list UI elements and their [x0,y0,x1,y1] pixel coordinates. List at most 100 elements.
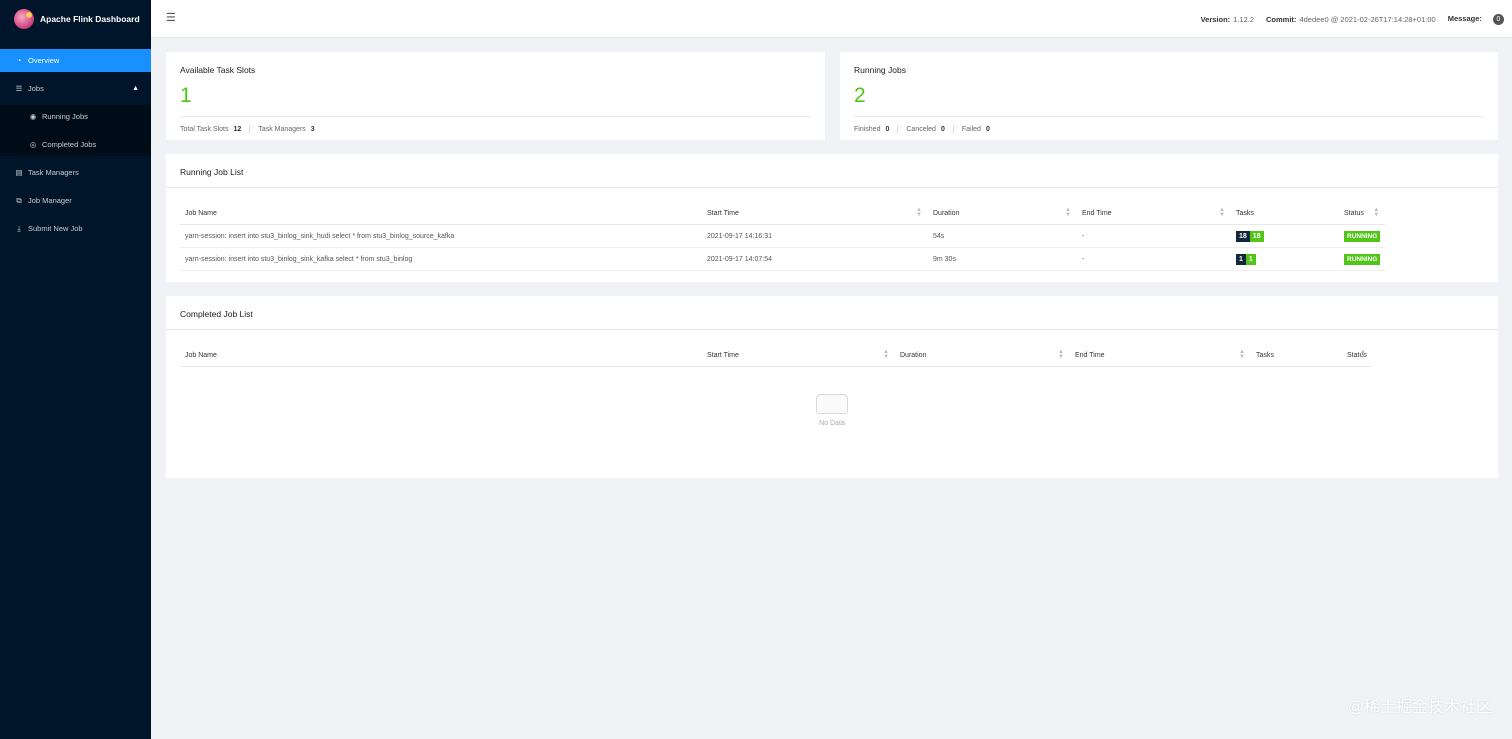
failed-value: 0 [985,126,990,133]
sort-icon[interactable]: ▲ ▼ [1239,349,1245,360]
col-job-name: Job Name [180,202,702,225]
tasks-cell: 11 [1231,247,1339,271]
sidebar: Apache Flink Dashboard ◔ Overview ☰ Jobs… [0,0,151,739]
table-row[interactable]: yarn-session: insert into stu3_binlog_si… [180,247,1386,271]
tasks-total-badge: 1 [1236,253,1246,265]
message-info[interactable]: Message: 0 [1448,14,1504,25]
sort-icon[interactable]: ▲ ▼ [1360,349,1366,360]
task-managers-label: Task Managers [258,126,306,133]
status-cell: RUNNING [1339,247,1386,271]
message-count-badge[interactable]: 0 [1493,14,1504,25]
commit-value: 4dedee0 @ 2021-02-26T17:14:28+01:00 [1299,15,1436,24]
sidebar-item-job-manager[interactable]: ⧉ Job Manager [0,189,151,212]
dashboard-icon: ◔ [16,56,22,65]
col-tasks: Tasks [1251,344,1342,367]
finished-label: Finished [854,126,881,133]
menu-fold-icon[interactable]: ☰ [166,11,176,24]
header-meta: Version: 1.12.2 Commit: 4dedee0 @ 2021-02-… [1189,14,1504,25]
commit-info: Commit: 4dedee0 @ 2021-02-26T17:14:28+01:… [1266,15,1436,24]
sidebar-item-label: Task Managers [28,168,79,177]
sidebar-item-jobs[interactable]: ☰ Jobs ▲ [0,77,151,100]
duration: 9m 30s [928,247,1077,271]
sort-icon[interactable]: ▲ ▼ [916,207,922,218]
status-cell: RUNNING [1339,224,1386,248]
commit-label: Commit: [1266,15,1297,24]
sidebar-item-label: Completed Jobs [42,140,97,149]
sort-icon[interactable]: ▲ ▼ [883,349,889,360]
col-start-time[interactable]: Start Time ▲ ▼ [702,344,895,367]
col-label: Duration [933,209,960,217]
status-badge: RUNNING [1344,253,1381,265]
col-start-time[interactable]: Start Time ▲ ▼ [702,202,928,225]
version-value: 1.12.2 [1233,15,1255,24]
sort-icon[interactable]: ▲ ▼ [1058,349,1064,360]
sort-icon[interactable]: ▲ ▼ [1065,207,1071,218]
sidebar-nav: ◔ Overview ☰ Jobs ▲ ◉ Running Jobs ◎ Com… [0,49,151,240]
col-status[interactable]: Status ▲ ▼ [1339,202,1386,225]
running-jobs-table: Job Name Start Time ▲ ▼ Duration ▲ ▼ End Tim… [180,202,1386,271]
divider [180,116,811,117]
divider [897,125,899,134]
divider [952,125,954,134]
sidebar-item-overview[interactable]: ◔ Overview [0,49,151,72]
sidebar-item-submit-new-job[interactable]: ⤓ Submit New Job [0,217,151,240]
play-circle-icon: ◉ [29,112,37,121]
table-row[interactable]: yarn-session: insert into stu3_binlog_si… [180,224,1386,248]
app-title: Apache Flink Dashboard [40,14,140,24]
sidebar-item-completed-jobs[interactable]: ◎ Completed Jobs [0,133,151,156]
divider [166,329,1498,330]
task-managers-value: 3 [310,126,315,133]
col-label: End Time [1075,351,1105,359]
sidebar-item-running-jobs[interactable]: ◉ Running Jobs [0,105,151,128]
upload-icon: ⤓ [17,223,21,233]
start-time: 2021-09-17 14:07:54 [702,247,928,271]
server-icon: ▤ [15,168,23,177]
job-name: yarn-session: insert into stu3_binlog_si… [180,247,702,271]
sidebar-item-label: Submit New Job [28,224,83,233]
tasks-total-badge: 18 [1236,230,1250,242]
completed-job-list-card: Completed Job List Job Name Start Time ▲ ▼… [166,296,1498,478]
empty-state: No Data [166,394,1498,427]
sidebar-item-label: Running Jobs [42,112,88,121]
divider [854,116,1484,117]
status-badge: RUNNING [1344,230,1381,242]
col-duration[interactable]: Duration ▲ ▼ [928,202,1077,225]
duration: 54s [928,224,1077,248]
jobs-submenu: ◉ Running Jobs ◎ Completed Jobs [0,105,151,156]
divider [249,125,251,134]
version-label: Version: [1200,15,1231,24]
col-job-name: Job Name [180,344,702,367]
available-slots-value: 1 [180,84,192,107]
finished-value: 0 [885,126,890,133]
col-status[interactable]: Status ▲ ▼ [1342,344,1372,367]
tasks-running-badge: 18 [1249,230,1264,242]
brand[interactable]: Apache Flink Dashboard [0,0,151,38]
failed-label: Failed [961,126,981,133]
col-label: Start Time [707,351,739,359]
empty-text: No Data [819,420,845,427]
sort-icon[interactable]: ▲ ▼ [1219,207,1225,218]
table-header-row: Job Name Start Time ▲ ▼ Duration ▲ ▼ End Tim… [180,344,1372,367]
running-jobs-card: Running Jobs 2 Finished 0 Canceled 0 Fai… [840,52,1498,140]
end-time: - [1077,247,1231,271]
total-slots-value: 12 [233,126,242,133]
sidebar-item-task-managers[interactable]: ▤ Task Managers [0,161,151,184]
empty-inbox-icon [816,394,848,414]
canceled-value: 0 [940,126,945,133]
check-circle-icon: ◎ [29,140,37,149]
col-label: Duration [900,351,927,359]
sort-icon[interactable]: ▲ ▼ [1373,207,1379,218]
completed-jobs-table: Job Name Start Time ▲ ▼ Duration ▲ ▼ End Tim… [180,344,1372,367]
col-label: End Time [1082,209,1112,217]
divider [166,187,1498,188]
running-jobs-value: 2 [854,84,866,107]
slot-stats: Total Task Slots 12 Task Managers 3 [180,125,315,134]
col-duration[interactable]: Duration ▲ ▼ [895,344,1070,367]
list-icon: ☰ [15,84,23,93]
job-name: yarn-session: insert into stu3_binlog_si… [180,224,702,248]
col-end-time[interactable]: End Time ▲ ▼ [1077,202,1231,225]
task-slots-card: Available Task Slots 1 Total Task Slots … [166,52,825,140]
col-end-time[interactable]: End Time ▲ ▼ [1070,344,1251,367]
start-time: 2021-09-17 14:16:31 [702,224,928,248]
version-info: Version: 1.12.2 [1201,15,1254,24]
